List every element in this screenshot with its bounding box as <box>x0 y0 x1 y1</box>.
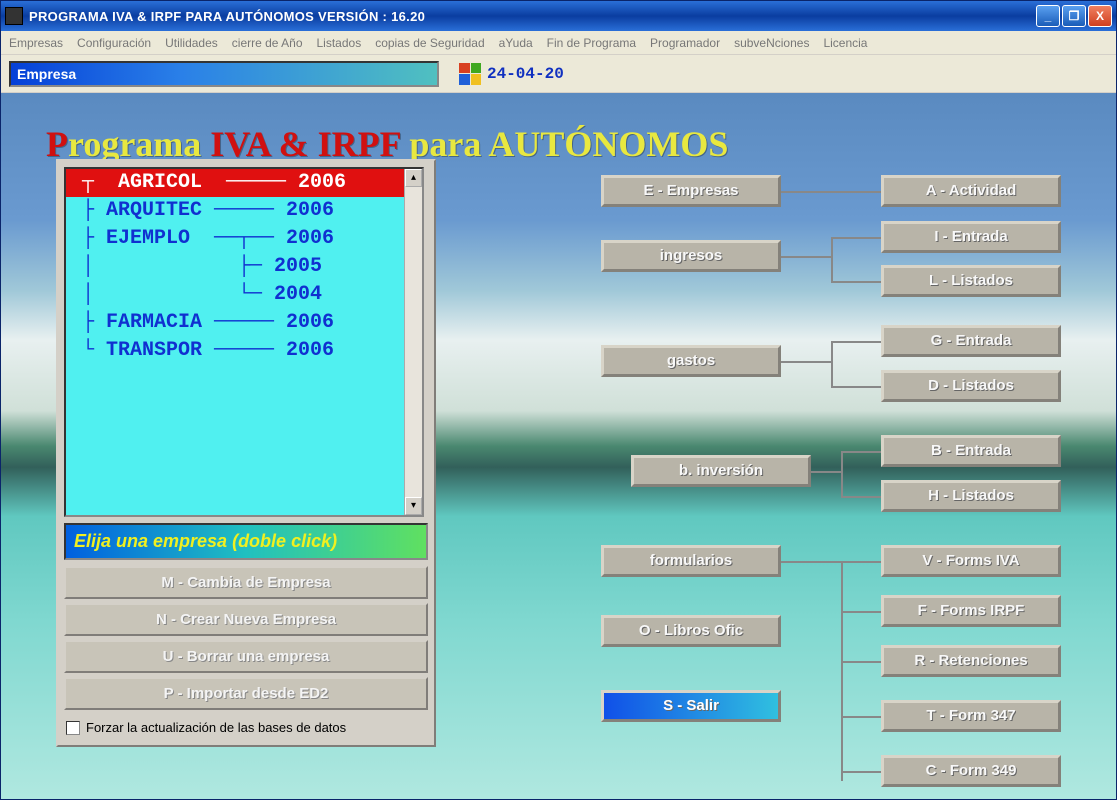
menu-ayuda[interactable]: aYuda <box>499 36 533 50</box>
menu-cierre[interactable]: cierre de Año <box>232 36 303 50</box>
d-listados-button[interactable]: D - Listados <box>881 370 1061 402</box>
company-panel: ┬ AGRICOL ───── 2006 ├ ARQUITEC ───── 20… <box>56 159 436 747</box>
list-item[interactable]: ├ EJEMPLO ──┬── 2006 <box>66 225 422 253</box>
empresa-field[interactable]: Empresa <box>9 61 439 87</box>
h-listados-button[interactable]: H - Listados <box>881 480 1061 512</box>
app-icon <box>5 7 23 25</box>
menu-programador[interactable]: Programador <box>650 36 720 50</box>
l-listados-button[interactable]: L - Listados <box>881 265 1061 297</box>
ingresos-button[interactable]: ingresos <box>601 240 781 272</box>
content-area: Programa IVA & IRPF para AUTÓNOMOS ┬ AGR… <box>1 93 1116 799</box>
salir-button[interactable]: S - Salir <box>601 690 781 722</box>
list-item[interactable]: ├ ARQUITEC ───── 2006 <box>66 197 422 225</box>
formularios-button[interactable]: formularios <box>601 545 781 577</box>
list-item[interactable]: ┬ AGRICOL ───── 2006 <box>66 169 422 197</box>
g-entrada-button[interactable]: G - Entrada <box>881 325 1061 357</box>
menu-utilidades[interactable]: Utilidades <box>165 36 218 50</box>
actividad-button[interactable]: A - Actividad <box>881 175 1061 207</box>
importar-button[interactable]: P - Importar desde ED2 <box>64 677 428 710</box>
app-window: PROGRAMA IVA & IRPF PARA AUTÓNOMOS VERSI… <box>0 0 1117 800</box>
menu-empresas[interactable]: Empresas <box>9 36 63 50</box>
date-text: 24-04-20 <box>487 65 564 83</box>
binversion-button[interactable]: b. inversión <box>631 455 811 487</box>
menu-copias[interactable]: copias de Seguridad <box>375 36 484 50</box>
minimize-button[interactable]: _ <box>1036 5 1060 27</box>
menubar: Empresas Configuración Utilidades cierre… <box>1 31 1116 55</box>
empresas-button[interactable]: E - Empresas <box>601 175 781 207</box>
close-button[interactable]: X <box>1088 5 1112 27</box>
force-update-checkbox[interactable] <box>66 721 80 735</box>
company-listbox[interactable]: ┬ AGRICOL ───── 2006 ├ ARQUITEC ───── 20… <box>64 167 424 517</box>
instruction-label: Elija una empresa (doble click) <box>64 523 428 560</box>
scroll-up-button[interactable]: ▴ <box>405 169 422 187</box>
gastos-button[interactable]: gastos <box>601 345 781 377</box>
list-item[interactable]: │ ├─ 2005 <box>66 253 422 281</box>
menu-configuracion[interactable]: Configuración <box>77 36 151 50</box>
scroll-down-button[interactable]: ▾ <box>405 497 422 515</box>
menu-subvenciones[interactable]: subveNciones <box>734 36 809 50</box>
date-area: 24-04-20 <box>459 63 564 85</box>
window-title: PROGRAMA IVA & IRPF PARA AUTÓNOMOS VERSI… <box>29 9 1036 24</box>
menu-licencia[interactable]: Licencia <box>823 36 867 50</box>
crear-empresa-button[interactable]: N - Crear Nueva Empresa <box>64 603 428 636</box>
r-retenciones-button[interactable]: R - Retenciones <box>881 645 1061 677</box>
windows-logo-icon <box>459 63 481 85</box>
menu-listados[interactable]: Listados <box>317 36 362 50</box>
list-item[interactable]: └ TRANSPOR ───── 2006 <box>66 337 422 365</box>
list-item[interactable]: │ └─ 2004 <box>66 281 422 309</box>
titlebar: PROGRAMA IVA & IRPF PARA AUTÓNOMOS VERSI… <box>1 1 1116 31</box>
f-forms-irpf-button[interactable]: F - Forms IRPF <box>881 595 1061 627</box>
menu-fin[interactable]: Fin de Programa <box>547 36 636 50</box>
borrar-empresa-button[interactable]: U - Borrar una empresa <box>64 640 428 673</box>
main-menu-area: E - Empresas A - Actividad ingresos I - … <box>571 175 1096 775</box>
cambia-empresa-button[interactable]: M - Cambia de Empresa <box>64 566 428 599</box>
maximize-button[interactable]: ❐ <box>1062 5 1086 27</box>
v-forms-iva-button[interactable]: V - Forms IVA <box>881 545 1061 577</box>
c-form349-button[interactable]: C - Form 349 <box>881 755 1061 787</box>
b-entrada-button[interactable]: B - Entrada <box>881 435 1061 467</box>
toolbar: Empresa 24-04-20 <box>1 55 1116 93</box>
libros-button[interactable]: O - Libros Ofic <box>601 615 781 647</box>
force-update-label: Forzar la actualización de las bases de … <box>86 720 346 735</box>
i-entrada-button[interactable]: I - Entrada <box>881 221 1061 253</box>
scrollbar[interactable]: ▴ ▾ <box>404 169 422 515</box>
force-update-row: Forzar la actualización de las bases de … <box>58 714 434 745</box>
t-form347-button[interactable]: T - Form 347 <box>881 700 1061 732</box>
list-item[interactable]: ├ FARMACIA ───── 2006 <box>66 309 422 337</box>
